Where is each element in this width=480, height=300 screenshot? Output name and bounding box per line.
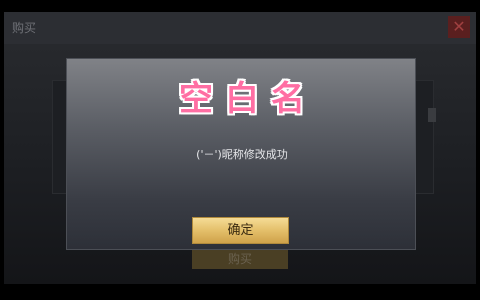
purchase-panel-header xyxy=(4,12,476,44)
buy-button[interactable]: 购买 xyxy=(192,249,288,269)
rename-success-dialog: 空白名 ('－')昵称修改成功 确定 xyxy=(66,58,416,250)
dialog-title: 空白名 xyxy=(179,79,317,119)
game-screen: 购买 ✕ 购买 空白名 ('－')昵称修改成功 确定 xyxy=(0,0,480,300)
dialog-message: ('－')昵称修改成功 xyxy=(196,148,288,161)
close-icon[interactable]: ✕ xyxy=(448,16,470,38)
confirm-button[interactable]: 确定 xyxy=(192,217,289,244)
scroll-indicator xyxy=(428,108,436,122)
purchase-panel-title: 购买 xyxy=(12,21,37,35)
